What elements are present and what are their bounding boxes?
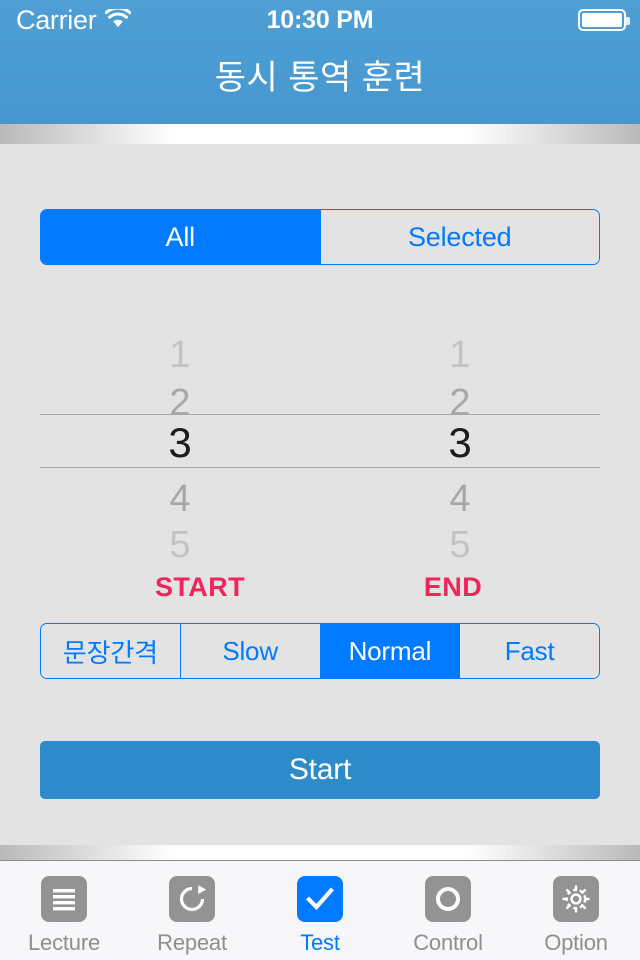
main-content: All Selected 1 2 3 4 5 1 2 3 4 5 START E… (0, 144, 640, 845)
start-picker-option[interactable]: 5 (40, 526, 320, 564)
speed-segment-fast[interactable]: Fast (459, 624, 599, 678)
tab-repeat[interactable]: Repeat (128, 861, 256, 960)
speed-segment-normal[interactable]: Normal (319, 624, 460, 678)
navigation-bar: Carrier 10:30 PM 동시 통역 훈련 (0, 0, 640, 124)
tabbar-gloss-separator (0, 845, 640, 861)
start-picker-option[interactable]: 2 (40, 384, 320, 422)
list-lines-icon (41, 876, 87, 922)
gear-icon (553, 876, 599, 922)
speed-segment-slow[interactable]: Slow (179, 624, 320, 678)
end-picker-option[interactable]: 4 (320, 480, 600, 518)
battery-icon (578, 9, 630, 31)
end-picker-option[interactable]: 2 (320, 384, 600, 422)
end-picker-selected-value[interactable]: 3 (320, 422, 600, 464)
tab-label-option: Option (544, 930, 608, 955)
tab-test[interactable]: Test (256, 861, 384, 960)
start-picker-option[interactable]: 4 (40, 480, 320, 518)
scope-segmented-control[interactable]: All Selected (40, 209, 600, 265)
navbar-gloss-separator (0, 124, 640, 144)
end-picker-option[interactable]: 1 (320, 336, 600, 374)
end-label: END (423, 572, 483, 602)
tab-option[interactable]: Option (512, 861, 640, 960)
status-bar-time: 10:30 PM (266, 6, 374, 34)
status-bar: Carrier 10:30 PM (0, 0, 640, 40)
start-picker-option[interactable]: 1 (40, 336, 320, 374)
battery-fill (582, 13, 622, 27)
app-screen: Carrier 10:30 PM 동시 통역 훈련 All Selected 1… (0, 0, 640, 960)
tab-label-test: Test (300, 930, 340, 955)
speed-segmented-control[interactable]: 문장간격 Slow Normal Fast (40, 623, 600, 679)
start-picker-wheel[interactable]: 1 2 3 4 5 (40, 322, 320, 564)
refresh-circle-arrow-icon (169, 876, 215, 922)
tab-bar: Lecture Repeat Test Control Option (0, 861, 640, 960)
checkmark-icon (297, 876, 343, 922)
page-title: 동시 통역 훈련 (214, 59, 426, 97)
range-pickers: 1 2 3 4 5 1 2 3 4 5 (40, 322, 600, 564)
start-picker-selected-value[interactable]: 3 (40, 422, 320, 464)
tab-label-repeat: Repeat (157, 930, 227, 955)
end-picker-option[interactable]: 5 (320, 526, 600, 564)
scope-segment-all[interactable]: All (41, 210, 320, 264)
tab-lecture[interactable]: Lecture (0, 861, 128, 960)
end-picker-wheel[interactable]: 1 2 3 4 5 (320, 322, 600, 564)
tab-label-lecture: Lecture (28, 930, 100, 955)
start-button[interactable]: Start (40, 741, 600, 799)
status-bar-right (578, 9, 630, 31)
ring-circle-icon (425, 876, 471, 922)
scope-segment-selected[interactable]: Selected (319, 210, 599, 264)
tab-control[interactable]: Control (384, 861, 512, 960)
range-labels: START END (40, 572, 600, 608)
tab-label-control: Control (413, 930, 483, 955)
start-label: START (155, 572, 245, 602)
speed-segment-sentence-gap[interactable]: 문장간격 (41, 624, 180, 678)
